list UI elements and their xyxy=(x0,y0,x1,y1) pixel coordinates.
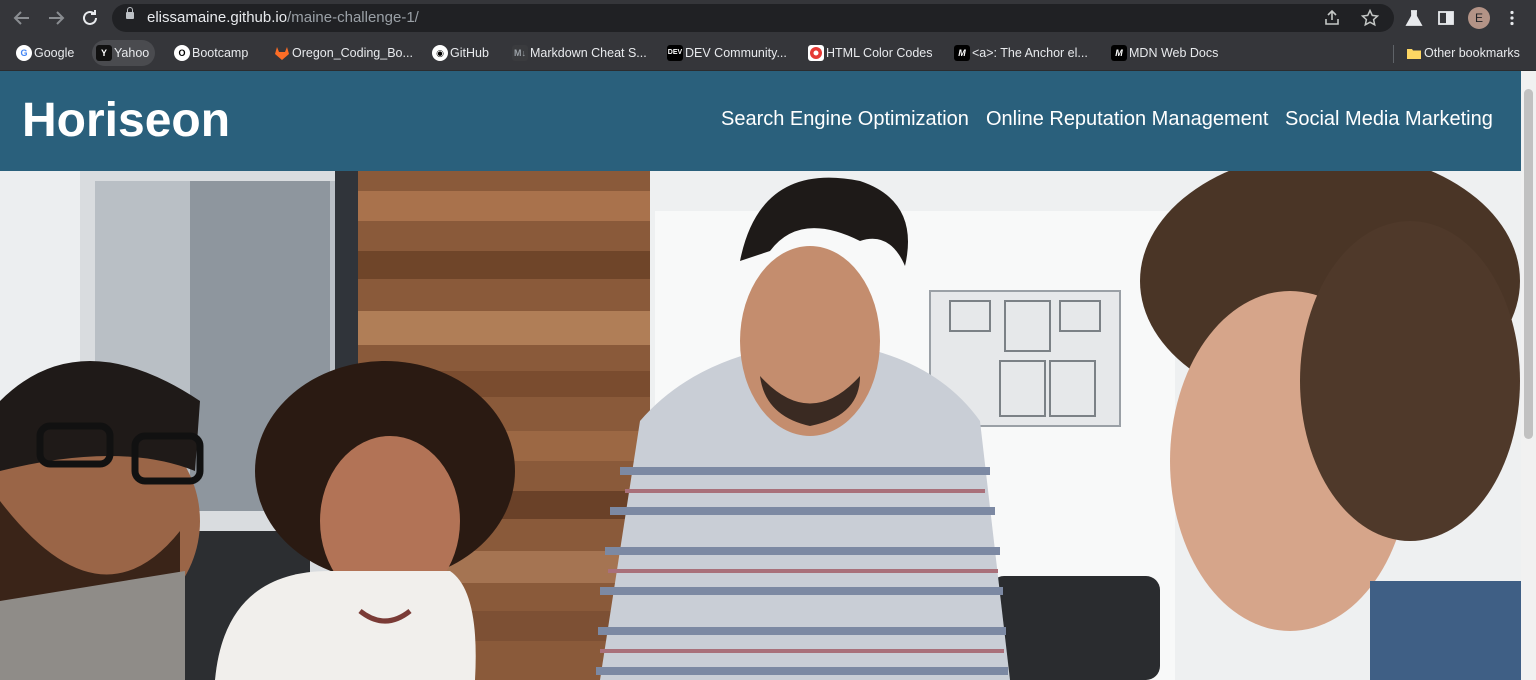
address-bar[interactable]: elissamaine.github.io/maine-challenge-1/ xyxy=(112,4,1394,32)
scrollbar-thumb[interactable] xyxy=(1524,89,1533,439)
bookmark-label: Google xyxy=(34,46,75,60)
profile-avatar[interactable]: E xyxy=(1468,7,1490,29)
gitlab-icon xyxy=(274,45,290,61)
dev-icon: DEV xyxy=(667,45,683,61)
kebab-menu-icon[interactable] xyxy=(1500,6,1524,30)
bookmark-github[interactable]: ◉ GitHub xyxy=(428,40,489,66)
bookmarks-divider xyxy=(1393,45,1394,63)
bookmark-bootcamp[interactable]: O Bootcamp xyxy=(170,40,248,66)
bookmark-label: HTML Color Codes xyxy=(826,46,933,60)
yahoo-icon: Y xyxy=(96,45,112,61)
bookmark-anchor-element[interactable]: M <a>: The Anchor el... xyxy=(950,40,1088,66)
bookmark-label: <a>: The Anchor el... xyxy=(972,46,1088,60)
nav-link-seo[interactable]: Search Engine Optimization xyxy=(721,105,969,133)
mdn-icon: M xyxy=(954,45,970,61)
bookmark-label: Yahoo xyxy=(114,46,150,60)
page-scrollbar[interactable] xyxy=(1521,71,1536,680)
other-bookmarks[interactable]: Other bookmarks xyxy=(1402,40,1520,66)
bootcamp-icon: O xyxy=(174,45,190,61)
forward-button[interactable] xyxy=(44,6,68,30)
hero-image xyxy=(0,171,1521,680)
bookmark-yahoo[interactable]: Y Yahoo xyxy=(92,40,156,66)
bookmark-label: GitHub xyxy=(450,46,489,60)
bookmark-google[interactable]: G Google xyxy=(12,40,74,66)
forward-arrow-icon xyxy=(49,11,65,25)
page-viewport: Horiseon Search Engine Optimization Onli… xyxy=(0,71,1536,680)
url-path: /maine-challenge-1/ xyxy=(287,9,419,26)
nav-link-social-media-marketing[interactable]: Social Media Marketing xyxy=(1285,105,1493,133)
bookmark-mdn-web-docs[interactable]: M MDN Web Docs xyxy=(1107,40,1218,66)
site-logo[interactable]: Horiseon xyxy=(22,91,230,151)
color-codes-icon xyxy=(808,45,824,61)
bookmark-label: Markdown Cheat S... xyxy=(530,46,647,60)
url-text[interactable]: elissamaine.github.io/maine-challenge-1/ xyxy=(147,4,419,32)
url-host: elissamaine.github.io xyxy=(147,9,288,26)
bookmark-dev[interactable]: DEV DEV Community... xyxy=(663,40,787,66)
github-icon: ◉ xyxy=(432,45,448,61)
site-header: Horiseon Search Engine Optimization Onli… xyxy=(0,71,1521,171)
folder-icon xyxy=(1406,45,1422,61)
mdn-icon: M xyxy=(1111,45,1127,61)
markdown-icon: M↓ xyxy=(512,45,528,61)
labs-flask-icon[interactable] xyxy=(1402,6,1426,30)
bookmark-markdown[interactable]: M↓ Markdown Cheat S... xyxy=(508,40,647,66)
bookmark-label: MDN Web Docs xyxy=(1129,46,1219,60)
bookmark-label: DEV Community... xyxy=(685,46,787,60)
bookmark-label: Oregon_Coding_Bo... xyxy=(292,46,413,60)
back-button[interactable] xyxy=(10,6,34,30)
back-arrow-icon xyxy=(13,11,29,25)
google-icon: G xyxy=(16,45,32,61)
bookmark-oregon-coding[interactable]: Oregon_Coding_Bo... xyxy=(270,40,413,66)
lock-icon xyxy=(126,7,134,19)
bookmarks-bar: G Google Y Yahoo O Bootcamp Oregon_Codin… xyxy=(0,36,1536,71)
nav-link-reputation-management[interactable]: Online Reputation Management xyxy=(986,105,1268,133)
reload-icon xyxy=(83,10,97,25)
reload-button[interactable] xyxy=(78,6,102,30)
browser-toolbar: elissamaine.github.io/maine-challenge-1/… xyxy=(0,0,1536,36)
hero-photo-illustration xyxy=(0,171,1521,680)
side-panel-icon[interactable] xyxy=(1434,6,1458,30)
share-icon[interactable] xyxy=(1322,8,1342,28)
bookmark-label: Bootcamp xyxy=(192,46,249,60)
bookmark-star-icon[interactable] xyxy=(1360,8,1380,28)
other-bookmarks-label: Other bookmarks xyxy=(1424,46,1520,60)
bookmark-html-color-codes[interactable]: HTML Color Codes xyxy=(804,40,933,66)
